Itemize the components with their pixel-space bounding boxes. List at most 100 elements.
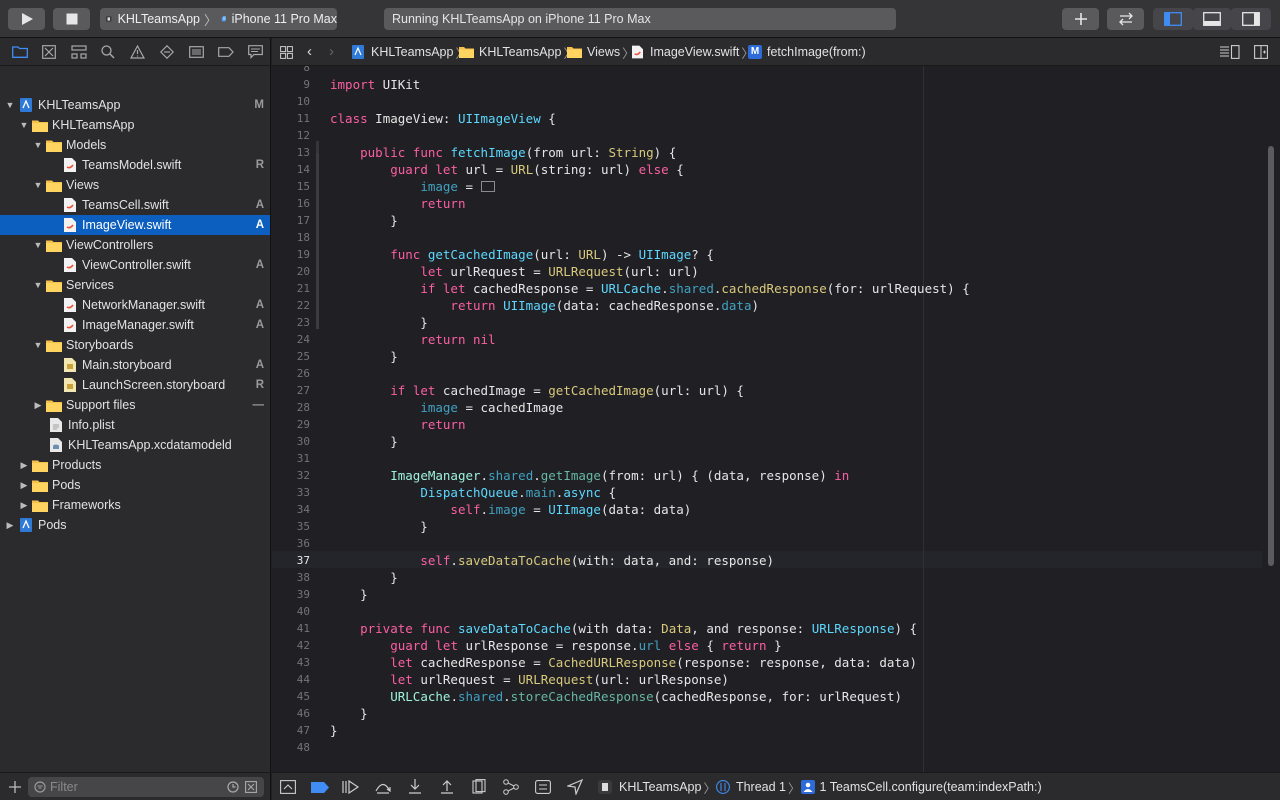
line-number[interactable]: 39 xyxy=(297,586,310,603)
tree-row-group[interactable]: ▼ Services xyxy=(0,275,270,295)
tree-row-group[interactable]: ▶ Support files — xyxy=(0,395,270,415)
line-number[interactable]: 14 xyxy=(297,161,310,178)
breadcrumb-group[interactable]: KHLTeamsApp 〉 xyxy=(459,38,576,66)
line-number[interactable]: 27 xyxy=(297,382,310,399)
project-navigator-tab[interactable] xyxy=(5,38,34,66)
tree-row-file-selected[interactable]: ImageView.swift A xyxy=(0,215,270,235)
recent-files-icon[interactable] xyxy=(227,781,239,793)
issue-navigator-tab[interactable] xyxy=(123,38,152,66)
test-navigator-tab[interactable] xyxy=(152,38,181,66)
line-number[interactable]: 12 xyxy=(297,127,310,144)
line-number[interactable]: 45 xyxy=(297,688,310,705)
stop-button[interactable] xyxy=(53,8,90,30)
breakpoints-toggle-icon[interactable] xyxy=(311,778,329,796)
line-number[interactable]: 23 xyxy=(297,314,310,331)
tree-row-file[interactable]: KHLTeamsApp.xcdatamodeld xyxy=(0,435,270,455)
hide-debug-area-icon[interactable] xyxy=(279,778,297,796)
tree-row-group[interactable]: ▼ Views xyxy=(0,175,270,195)
editor-options-icon[interactable] xyxy=(1220,45,1240,59)
toggle-navigator-button[interactable] xyxy=(1153,8,1193,30)
line-number[interactable]: 48 xyxy=(297,739,310,756)
continue-icon[interactable] xyxy=(342,778,360,796)
report-navigator-tab[interactable] xyxy=(241,38,270,66)
code-review-button[interactable] xyxy=(1107,8,1144,30)
scheme-selector[interactable]: KHLTeamsApp 〉 iPhone 11 Pro Max xyxy=(100,8,337,30)
line-number[interactable]: 21 xyxy=(297,280,310,297)
line-number[interactable]: 34 xyxy=(297,501,310,518)
line-number[interactable]: 19 xyxy=(297,246,310,263)
symbol-navigator-tab[interactable] xyxy=(64,38,93,66)
line-number[interactable]: 33 xyxy=(297,484,310,501)
line-number[interactable]: 35 xyxy=(297,518,310,535)
tree-row-file[interactable]: TeamsModel.swift R xyxy=(0,155,270,175)
line-number[interactable]: 42 xyxy=(297,637,310,654)
tree-row-group[interactable]: ▼ Models xyxy=(0,135,270,155)
forward-chevron-icon[interactable]: › xyxy=(329,43,334,60)
tree-row-file[interactable]: Main.storyboard A xyxy=(0,355,270,375)
back-chevron-icon[interactable]: ‹ xyxy=(307,43,312,60)
line-number[interactable]: 8 xyxy=(303,66,310,76)
step-out-icon[interactable] xyxy=(438,778,456,796)
tree-row-group[interactable]: ▶ Pods xyxy=(0,475,270,495)
tree-row-group[interactable]: ▼ Storyboards xyxy=(0,335,270,355)
line-number[interactable]: 41 xyxy=(297,620,310,637)
tree-row-group[interactable]: ▼ ViewControllers xyxy=(0,235,270,255)
tree-row-file[interactable]: LaunchScreen.storyboard R xyxy=(0,375,270,395)
tree-row-file[interactable]: Info.plist xyxy=(0,415,270,435)
line-number[interactable]: 15 xyxy=(297,178,310,195)
tree-row-file[interactable]: TeamsCell.swift A xyxy=(0,195,270,215)
step-into-icon[interactable] xyxy=(406,778,424,796)
line-number[interactable]: 29 xyxy=(297,416,310,433)
breadcrumb-folder[interactable]: Views 〉 xyxy=(567,38,635,66)
breakpoint-navigator-tab[interactable] xyxy=(211,38,240,66)
line-number[interactable]: 22 xyxy=(297,297,310,314)
line-number[interactable]: 10 xyxy=(297,93,310,110)
line-number[interactable]: 17 xyxy=(297,212,310,229)
debug-navigator-tab[interactable] xyxy=(182,38,211,66)
line-number[interactable]: 20 xyxy=(297,263,310,280)
line-number[interactable]: 30 xyxy=(297,433,310,450)
line-number[interactable]: 31 xyxy=(297,450,310,467)
add-icon[interactable] xyxy=(9,781,21,793)
line-number[interactable]: 26 xyxy=(297,365,310,382)
simulate-location-icon[interactable] xyxy=(566,778,584,796)
line-number[interactable]: 47 xyxy=(297,722,310,739)
tree-row-group[interactable]: ▶ Frameworks xyxy=(0,495,270,515)
line-number[interactable]: 25 xyxy=(297,348,310,365)
run-button[interactable] xyxy=(8,8,45,30)
tree-row-group[interactable]: ▼ KHLTeamsApp xyxy=(0,115,270,135)
line-number[interactable]: 18 xyxy=(297,229,310,246)
tree-row-file[interactable]: NetworkManager.swift A xyxy=(0,295,270,315)
line-number[interactable]: 43 xyxy=(297,654,310,671)
breadcrumb-file[interactable]: ImageView.swift 〉 xyxy=(632,38,754,66)
line-number[interactable]: 40 xyxy=(297,603,310,620)
line-number[interactable]: 16 xyxy=(297,195,310,212)
source-editor[interactable]: 8 9 10 11 12 13 14 15 16 17 18 19 20 21 22 23 24 25 26 27 28… xyxy=(272,66,1280,772)
line-number[interactable]: 44 xyxy=(297,671,310,688)
scm-filter-icon[interactable] xyxy=(245,781,257,793)
view-debugger-icon[interactable] xyxy=(470,778,488,796)
find-navigator-tab[interactable] xyxy=(93,38,122,66)
line-number[interactable]: 38 xyxy=(297,569,310,586)
line-number[interactable]: 28 xyxy=(297,399,310,416)
step-over-icon[interactable] xyxy=(374,778,392,796)
toggle-debug-area-button[interactable] xyxy=(1193,8,1231,30)
tree-row-group[interactable]: ▶ Products xyxy=(0,455,270,475)
library-button[interactable] xyxy=(1062,8,1099,30)
line-number[interactable]: 32 xyxy=(297,467,310,484)
line-number[interactable]: 36 xyxy=(297,535,310,552)
vertical-scrollbar[interactable] xyxy=(1268,146,1274,566)
line-number[interactable]: 9 xyxy=(303,76,310,93)
split-editor-icon[interactable] xyxy=(1254,45,1268,59)
tree-row-file[interactable]: ViewController.swift A xyxy=(0,255,270,275)
environment-overrides-icon[interactable] xyxy=(534,778,552,796)
toggle-inspector-button[interactable] xyxy=(1231,8,1271,30)
breadcrumb-method[interactable]: M fetchImage(from:) xyxy=(748,38,866,66)
tree-row-file[interactable]: ImageManager.swift A xyxy=(0,315,270,335)
related-items-grid-icon[interactable] xyxy=(280,46,293,59)
line-number[interactable]: 37 xyxy=(297,552,310,569)
source-control-tab[interactable] xyxy=(34,38,63,66)
breadcrumb-project[interactable]: KHLTeamsApp 〉 xyxy=(352,38,468,66)
line-number[interactable]: 46 xyxy=(297,705,310,722)
line-number[interactable]: 13 xyxy=(297,144,310,161)
